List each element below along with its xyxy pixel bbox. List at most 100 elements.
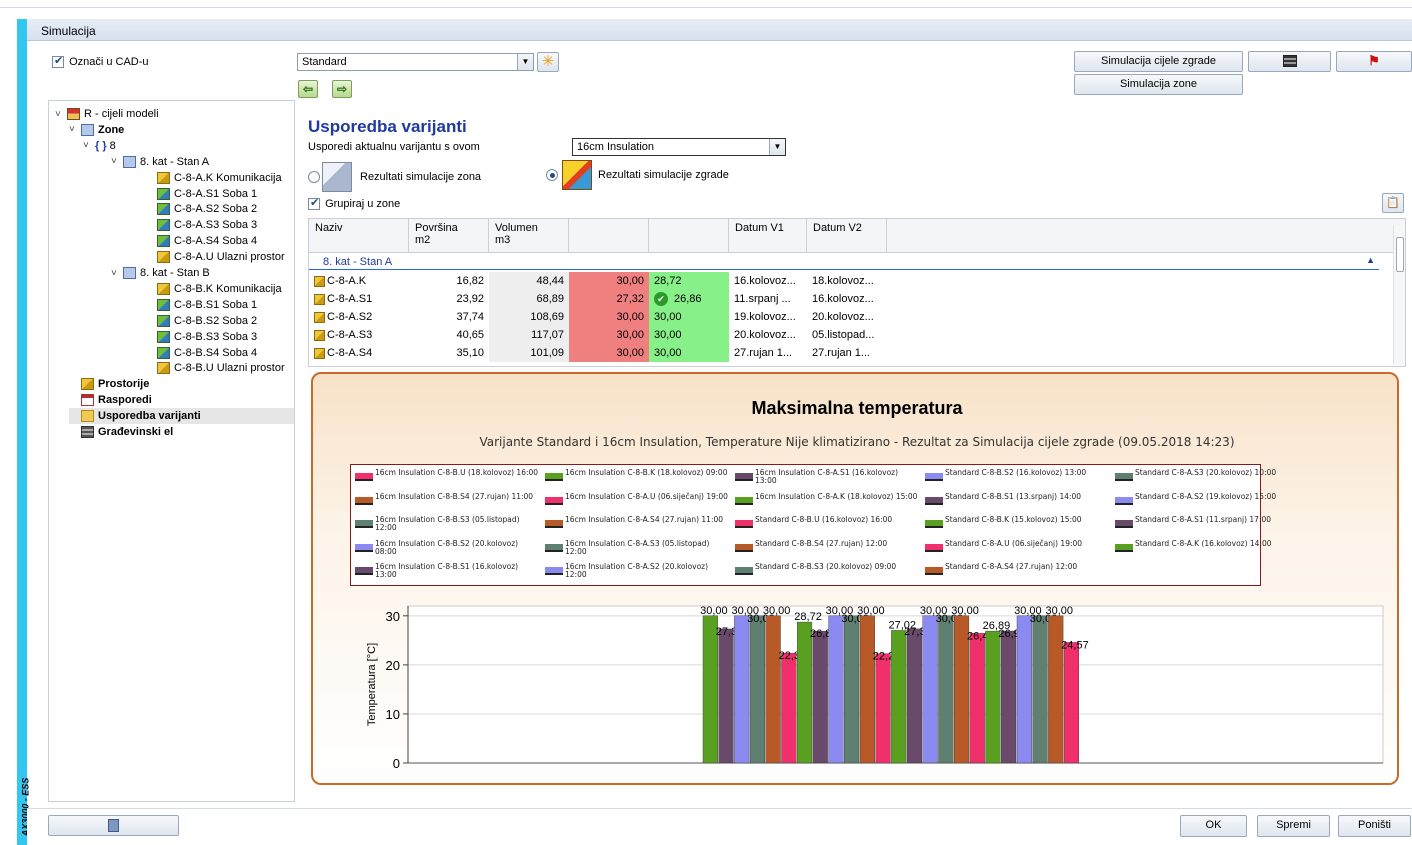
- column-header[interactable]: Datum V1: [729, 219, 807, 253]
- tree-item[interactable]: Prostorije: [69, 376, 149, 392]
- radio-off-icon[interactable]: [308, 171, 320, 183]
- room-icon: [81, 378, 94, 391]
- simulate-zone-button[interactable]: Simulacija zone: [1074, 74, 1243, 95]
- clipboard-button[interactable]: 📋: [1382, 193, 1404, 213]
- bar: [781, 653, 797, 764]
- simulate-building-button[interactable]: Simulacija cijele zgrade: [1074, 51, 1243, 72]
- tree-item[interactable]: C-8-A.U Ulazni prostor: [145, 249, 285, 265]
- tree-item[interactable]: ˅ Zone: [69, 122, 124, 138]
- variant-select[interactable]: Standard ▼: [297, 53, 534, 71]
- legend-label: 16cm Insulation C-8-B.S1 (16.kolovoz) 13…: [375, 562, 519, 579]
- back-button[interactable]: ⇦: [298, 80, 318, 98]
- chevron-down-icon[interactable]: ˅: [111, 268, 123, 279]
- check-circle-icon: ✔: [654, 292, 668, 306]
- legend-swatch: [925, 567, 943, 575]
- tree-item[interactable]: C-8-A.S1 Soba 1: [145, 186, 257, 202]
- cell-value: 27.rujan 1...: [812, 347, 871, 359]
- table-row[interactable]: C-8-A.S2 37,74 108,69 30,00 30,00 19.kolovoz.…: [309, 308, 1394, 326]
- bar: [1032, 615, 1048, 764]
- tree-item[interactable]: C-8-B.S4 Soba 4: [145, 345, 257, 361]
- tree-item[interactable]: C-8-A.S4 Soba 4: [145, 233, 257, 249]
- bar: [906, 628, 922, 764]
- legend-entry: 16cm Insulation C-8-B.S3 (05.listopad) 1…: [355, 516, 540, 538]
- radio-zone-results[interactable]: Rezultati simulacije zona: [308, 162, 481, 192]
- column-header[interactable]: Naziv: [309, 219, 409, 253]
- legend-entry: 16cm Insulation C-8-B.S4 (27.rujan) 11:0…: [355, 492, 540, 515]
- chevron-down-icon[interactable]: ˅: [111, 156, 123, 167]
- tree-item[interactable]: ˅ 8. kat - Stan A: [111, 154, 209, 170]
- chevron-down-icon[interactable]: ˅: [55, 109, 67, 120]
- legend-label: Standard C-8-A.S4 (27.rujan) 12:00: [945, 562, 1078, 571]
- chevron-down-icon[interactable]: ▼: [769, 139, 785, 155]
- cell-value: 16.kolovoz...: [812, 293, 874, 305]
- tree-item[interactable]: C-8-B.S2 Soba 2: [145, 313, 257, 329]
- new-variant-button[interactable]: ✳: [537, 52, 559, 72]
- table-cell-name: C-8-A.S1: [309, 290, 409, 308]
- table-cell-v2: 30,00: [649, 308, 729, 326]
- y-tick-label: 30: [386, 609, 400, 624]
- radio-building-results[interactable]: Rezultati simulacije zgrade: [546, 160, 729, 190]
- tree-item[interactable]: C-8-B.K Komunikacija: [145, 281, 282, 297]
- cad-checkbox-label: Označi u CAD-u: [69, 56, 149, 69]
- column-header[interactable]: Volumen m3: [489, 219, 569, 253]
- ok-button[interactable]: OK: [1180, 815, 1247, 837]
- settings-button[interactable]: [48, 815, 179, 836]
- legend-label: 16cm Insulation C-8-B.K (18.kolovoz) 09:…: [565, 468, 728, 477]
- compare-variant-select[interactable]: 16cm Insulation ▼: [572, 138, 786, 156]
- checkbox-checked-icon[interactable]: [52, 54, 64, 69]
- compare-title: Usporedba varijanti: [308, 117, 467, 136]
- tree-item[interactable]: C-8-A.K Komunikacija: [145, 170, 282, 186]
- legend-swatch: [355, 567, 373, 575]
- chevron-down-icon[interactable]: ˅: [69, 124, 81, 135]
- cell-value: 35,10: [456, 347, 484, 359]
- model-tree[interactable]: ˅ R - cijeli modeli ˅ Zone ˅{ } 8 ˅ 8. kat - St…: [48, 100, 295, 802]
- tree-item[interactable]: ˅ R - cijeli modeli: [55, 106, 159, 122]
- tree-item[interactable]: ˅{ } 8: [83, 138, 116, 154]
- column-header[interactable]: [569, 219, 649, 253]
- pdf-export-button[interactable]: ⚑: [1336, 51, 1412, 72]
- group-zones-checkbox[interactable]: Grupiraj u zone: [308, 196, 400, 211]
- column-header[interactable]: [649, 219, 729, 253]
- chevron-down-icon[interactable]: ˅: [83, 140, 95, 151]
- tree-item[interactable]: C-8-A.S3 Soba 3: [145, 217, 257, 233]
- chevron-up-icon[interactable]: ▲: [1366, 255, 1375, 265]
- tree-item-label: 8: [109, 139, 116, 152]
- table-row[interactable]: C-8-A.S3 40,65 117,07 30,00 30,00 20.kolovoz.…: [309, 326, 1394, 344]
- checkbox-checked-icon[interactable]: [308, 196, 320, 211]
- tree-item[interactable]: C-8-B.U Ulazni prostor: [145, 360, 285, 376]
- tree-item[interactable]: ˅ 8. kat - Stan B: [111, 265, 210, 281]
- column-header[interactable]: Datum V2: [807, 219, 887, 253]
- legend-entry: Standard C-8-A.K (16.kolovoz) 14:00: [1115, 539, 1300, 562]
- table-row[interactable]: C-8-A.S1 23,92 68,89 27,32 ✔ 26,86 11.srpanj .…: [309, 290, 1394, 308]
- grid-scrollbar[interactable]: [1393, 225, 1405, 365]
- bar: [985, 630, 1001, 764]
- tree-item[interactable]: C-8-B.S1 Soba 1: [145, 297, 257, 313]
- save-button[interactable]: Spremi: [1257, 815, 1330, 837]
- legend-swatch: [1115, 496, 1133, 505]
- group-header-row[interactable]: 8. kat - Stan A ▲: [309, 253, 1379, 270]
- bar-chart: 0102030Temperatura [°C]30,0027,3230,0030…: [366, 605, 1384, 771]
- table-cell-d2: 18.kolovoz...: [807, 272, 887, 290]
- tree-item-label: C-8-A.S4 Soba 4: [174, 235, 258, 248]
- tree-item-label: C-8-A.S1 Soba 1: [174, 187, 258, 200]
- tree-item[interactable]: C-8-B.S3 Soba 3: [145, 329, 257, 345]
- radio-on-icon[interactable]: [546, 169, 558, 181]
- tree-item[interactable]: Usporedba varijanti: [69, 408, 294, 425]
- results-grid[interactable]: 8. kat - Stan A ▲ C-8-A.K 16,82 48,44 30,00…: [308, 253, 1406, 367]
- tree-item[interactable]: Građevinski el: [69, 424, 173, 440]
- table-row[interactable]: C-8-A.S4 35,10 101,09 30,00 30,00 27.rujan 1.…: [309, 344, 1394, 362]
- cancel-button[interactable]: Poništi: [1338, 815, 1411, 837]
- pdf-icon: ⚑: [1368, 53, 1380, 68]
- grid-view-button[interactable]: [1248, 51, 1331, 72]
- column-header[interactable]: Površina m2: [409, 219, 489, 253]
- table-cell-v2: 28,72: [649, 272, 729, 290]
- bar: [875, 653, 891, 764]
- scrollbar-thumb[interactable]: [1396, 237, 1404, 272]
- cad-checkbox[interactable]: Označi u CAD-u: [52, 54, 149, 69]
- chevron-down-icon[interactable]: ▼: [517, 54, 533, 70]
- table-row[interactable]: C-8-A.K 16,82 48,44 30,00 28,72 16.kolovoz...…: [309, 272, 1394, 290]
- cell-value: 28,72: [654, 275, 682, 287]
- forward-button[interactable]: ⇨: [332, 80, 352, 98]
- tree-item[interactable]: Rasporedi: [69, 392, 152, 408]
- tree-item[interactable]: C-8-A.S2 Soba 2: [145, 201, 257, 217]
